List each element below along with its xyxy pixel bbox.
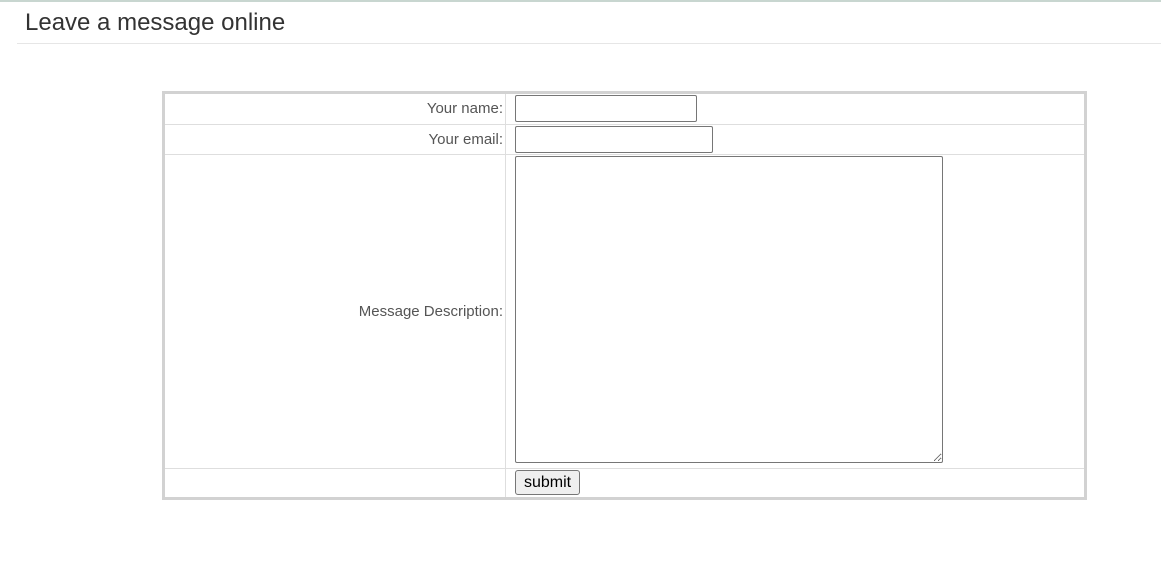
message-label: Message Description:	[358, 303, 503, 320]
name-row: Your name:	[165, 94, 1084, 125]
message-textarea[interactable]	[515, 156, 943, 463]
submit-button[interactable]: submit	[515, 470, 581, 495]
page-header: Leave a message online	[17, 2, 1161, 44]
name-input[interactable]	[515, 95, 697, 122]
submit-row: submit	[165, 469, 1084, 497]
email-row: Your email:	[165, 125, 1084, 155]
message-row: Message Description:	[165, 155, 1084, 469]
name-label: Your name:	[426, 100, 503, 117]
email-input[interactable]	[515, 126, 713, 153]
message-form: Your name: Your email: Message Descripti…	[162, 91, 1087, 500]
email-label: Your email:	[428, 131, 504, 148]
page-title: Leave a message online	[25, 9, 286, 36]
